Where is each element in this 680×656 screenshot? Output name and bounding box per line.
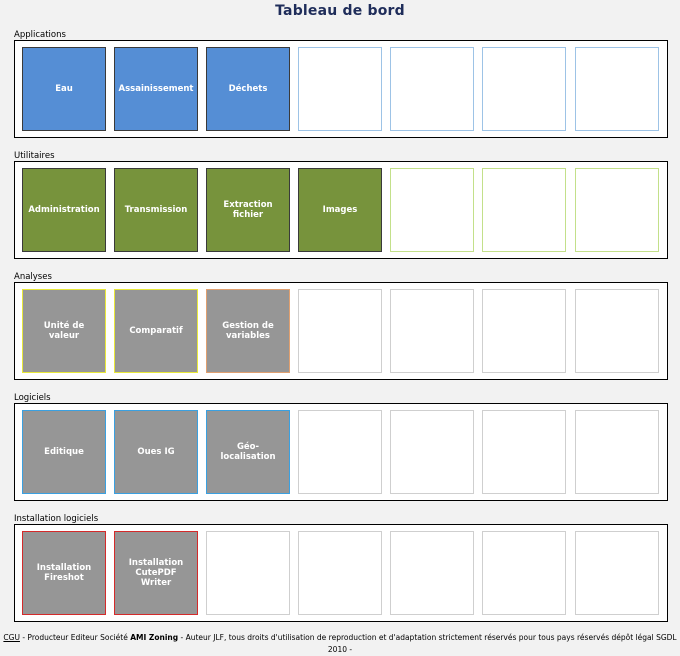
tile-images[interactable]: Images [298,168,382,252]
tile-label: Installation Fireshot [36,563,92,583]
empty-tile [575,168,659,252]
empty-tile [482,289,566,373]
tile-label: Oues IG [137,447,175,457]
empty-tile [298,410,382,494]
tile-label: Extraction fichier [223,200,273,220]
page-title: Tableau de bord [275,3,405,19]
empty-tile [482,168,566,252]
tile-label: Comparatif [129,326,183,336]
section-applications: Eau Assainissement Déchets [14,40,668,138]
empty-tile [482,410,566,494]
section-label-analyses: Analyses [14,272,52,282]
section-installation-logiciels: Installation Fireshot Installation CutePD… [14,524,668,622]
tile-transmission[interactable]: Transmission [114,168,198,252]
section-label-applications: Applications [14,30,66,40]
tile-label: Administration [28,205,100,215]
tile-extraction-fichier[interactable]: Extraction fichier [206,168,290,252]
tile-label: Assainissement [118,84,194,94]
tile-label: Images [322,205,358,215]
tile-label: Gestion de variables [222,321,274,341]
empty-tile [298,47,382,131]
empty-tile [575,531,659,615]
tile-label: Géo-localisation [220,442,276,462]
tile-assainissement[interactable]: Assainissement [114,47,198,131]
tile-label: Eau [55,84,73,94]
tile-label: Installation CutePDF Writer [128,558,184,588]
footer-company: AMI Zoning [130,633,179,642]
tile-comparatif[interactable]: Comparatif [114,289,198,373]
tile-label: Transmission [124,205,188,215]
empty-tile [390,289,474,373]
section-logiciels: Editique Oues IG Géo-localisation [14,403,668,501]
section-label-installation-logiciels: Installation logiciels [14,514,99,524]
tile-eau[interactable]: Eau [22,47,106,131]
empty-tile [390,531,474,615]
empty-tile [206,531,290,615]
footer: CGU - Producteur Editeur Société AMI Zon… [0,632,680,656]
tile-installation-cutepdf-writer[interactable]: Installation CutePDF Writer [114,531,198,615]
tile-installation-fireshot[interactable]: Installation Fireshot [22,531,106,615]
tile-unite-de-valeur[interactable]: Unité de valeur [22,289,106,373]
tile-label: Déchets [228,84,268,94]
tile-oues-ig[interactable]: Oues IG [114,410,198,494]
empty-tile [575,289,659,373]
empty-tile [298,289,382,373]
tile-dechets[interactable]: Déchets [206,47,290,131]
section-label-logiciels: Logiciels [14,393,51,403]
empty-tile [390,47,474,131]
empty-tile [390,168,474,252]
empty-tile [298,531,382,615]
tile-administration[interactable]: Administration [22,168,106,252]
footer-text-2: - Auteur JLF, tous droits d'utilisation … [178,633,679,654]
empty-tile [482,531,566,615]
section-label-utilitaires: Utilitaires [14,151,55,161]
tile-geo-localisation[interactable]: Géo-localisation [206,410,290,494]
empty-tile [390,410,474,494]
tile-gestion-de-variables[interactable]: Gestion de variables [206,289,290,373]
section-utilitaires: Administration Transmission Extraction fic… [14,161,668,259]
empty-tile [482,47,566,131]
section-analyses: Unité de valeur Comparatif Gestion de vari… [14,282,668,380]
footer-text-1: - Producteur Editeur Société [19,633,131,642]
empty-tile [575,47,659,131]
tile-label: Unité de valeur [43,321,85,341]
empty-tile [575,410,659,494]
cgu-link[interactable]: CGU [3,633,20,642]
tile-editique[interactable]: Editique [22,410,106,494]
tile-label: Editique [44,447,84,457]
